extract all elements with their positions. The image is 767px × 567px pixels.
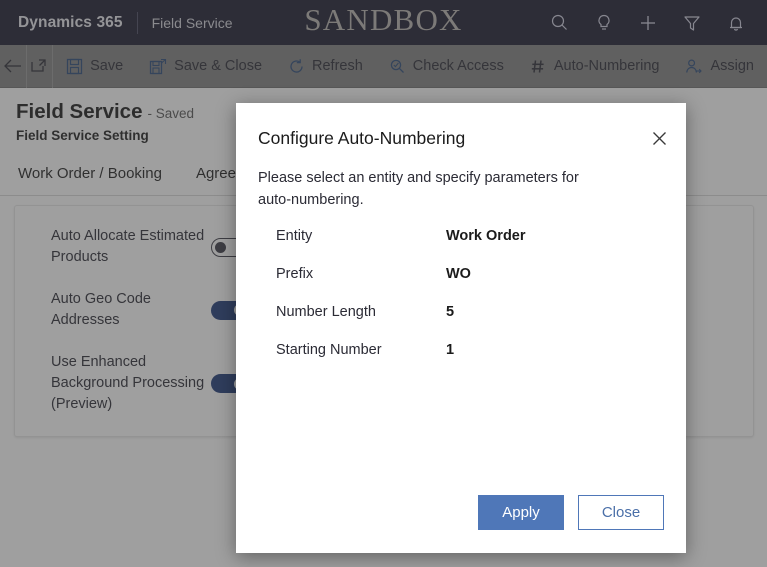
field-label-entity: Entity xyxy=(276,228,313,244)
form-row-prefix: Prefix WO xyxy=(276,266,656,304)
dialog-action-bar: Apply Close xyxy=(478,495,664,530)
field-label-number-length: Number Length xyxy=(276,304,376,320)
field-value-prefix[interactable]: WO xyxy=(446,266,471,282)
field-label-starting-number: Starting Number xyxy=(276,342,382,358)
dialog-title: Configure Auto-Numbering xyxy=(258,128,466,148)
field-label-prefix: Prefix xyxy=(276,266,314,282)
field-value-entity[interactable]: Work Order xyxy=(446,228,526,244)
close-icon[interactable] xyxy=(646,125,672,151)
dialog-description: Please select an entity and specify para… xyxy=(258,170,579,208)
auto-numbering-form: Entity Work Order Prefix WO Number Lengt… xyxy=(276,228,656,380)
form-row-number-length: Number Length 5 xyxy=(276,304,656,342)
form-row-entity: Entity Work Order xyxy=(276,228,656,266)
form-row-starting-number: Starting Number 1 xyxy=(276,342,656,380)
configure-auto-numbering-dialog: Configure Auto-Numbering Please select a… xyxy=(236,103,686,553)
close-button[interactable]: Close xyxy=(578,495,664,530)
field-value-starting-number[interactable]: 1 xyxy=(446,342,454,358)
apply-button[interactable]: Apply xyxy=(478,495,564,530)
app-root: Dynamics 365 Field Service SANDBOX xyxy=(0,0,767,567)
field-value-number-length[interactable]: 5 xyxy=(446,304,454,320)
